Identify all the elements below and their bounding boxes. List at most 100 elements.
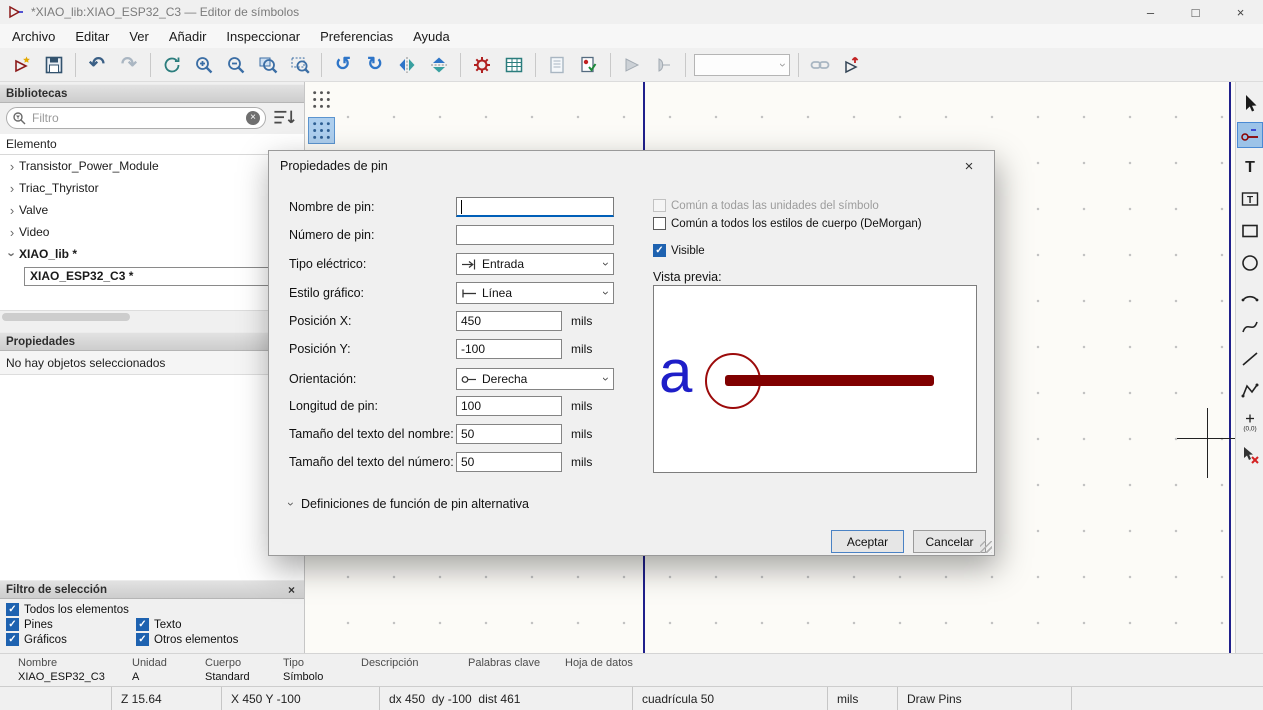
demorgan-alternate-icon[interactable] <box>650 51 678 79</box>
rotate-ccw-icon[interactable]: ↺ <box>329 51 357 79</box>
pin-tool-icon[interactable] <box>1236 122 1263 148</box>
visible-checkbox[interactable]: ✓ Visible <box>653 244 705 257</box>
chevron-down-icon[interactable]: › <box>5 247 20 261</box>
pin-table-icon[interactable] <box>500 51 528 79</box>
pin-name-input[interactable] <box>456 197 614 217</box>
filter-graphics-checkbox[interactable]: ✓ Gráficos <box>6 633 67 646</box>
line-tool-icon[interactable] <box>1237 346 1263 372</box>
select-tool-icon[interactable] <box>1237 90 1263 116</box>
tree-item-triac-thyristor[interactable]: › Triac_Thyristor <box>0 177 304 199</box>
tree-item-video[interactable]: › Video <box>0 221 304 243</box>
zoom-fit-icon[interactable] <box>254 51 282 79</box>
zoom-out-icon[interactable] <box>222 51 250 79</box>
filter-other-elements-checkbox[interactable]: ✓ Otros elementos <box>136 633 238 646</box>
rotate-cw-icon[interactable]: ↻ <box>361 51 389 79</box>
polygon-tool-icon[interactable] <box>1237 378 1263 404</box>
tree-item-xiao-esp32-c3[interactable]: XIAO_ESP32_C3 * <box>0 265 304 287</box>
dialog-titlebar[interactable]: Propiedades de pin × <box>269 151 994 181</box>
line-style-icon <box>462 289 476 297</box>
tree-item-transistor-power-module[interactable]: › Transistor_Power_Module <box>0 155 304 177</box>
maximize-icon[interactable]: □ <box>1173 0 1218 24</box>
zoom-in-icon[interactable] <box>190 51 218 79</box>
scrollbar-thumb[interactable] <box>2 313 130 321</box>
chevron-right-icon[interactable]: › <box>5 159 19 174</box>
dialog-resize-grip[interactable] <box>980 541 992 553</box>
check-symbol-icon[interactable] <box>575 51 603 79</box>
statusbar: Z 15.64 X 450 Y -100 dx 450 dy -100 dist… <box>0 686 1263 710</box>
clear-filter-icon[interactable]: × <box>246 111 260 125</box>
add-symbol-to-schematic-icon[interactable] <box>838 51 866 79</box>
undo-icon[interactable]: ↶ <box>83 51 111 79</box>
pos-x-input[interactable] <box>456 311 562 331</box>
refresh-view-icon[interactable] <box>158 51 186 79</box>
tree-item-valve[interactable]: › Valve <box>0 199 304 221</box>
tree-column-header[interactable]: Elemento <box>0 134 304 155</box>
demorgan-standard-icon[interactable] <box>618 51 646 79</box>
library-sort-button[interactable] <box>272 106 296 130</box>
text-tool-icon[interactable]: T <box>1237 154 1263 180</box>
pin-properties-dialog: Propiedades de pin × Nombre de pin: Núme… <box>268 150 995 556</box>
menu-ayuda[interactable]: Ayuda <box>403 24 460 48</box>
anchor-tool-icon[interactable]: (0,0) <box>1237 410 1263 436</box>
grid-visibility-icon[interactable] <box>308 86 335 113</box>
mirror-vertical-icon[interactable] <box>425 51 453 79</box>
checkbox-check-icon: ✓ <box>653 244 666 257</box>
status-units: mils <box>828 687 898 710</box>
menu-ver[interactable]: Ver <box>119 24 159 48</box>
textbox-tool-icon[interactable]: T <box>1237 186 1263 212</box>
graphic-style-select[interactable]: Línea › <box>456 282 614 304</box>
chevron-down-icon: › <box>599 262 613 266</box>
symbol-properties-icon[interactable] <box>468 51 496 79</box>
cursor-crosshair-vertical <box>1207 408 1208 478</box>
toolbar-separator <box>75 52 76 77</box>
delete-tool-icon[interactable] <box>1237 442 1263 468</box>
menu-preferencias[interactable]: Preferencias <box>310 24 403 48</box>
pin-number-input[interactable] <box>456 225 614 245</box>
selection-filter-header: Filtro de selección × <box>0 580 304 599</box>
mirror-horizontal-icon[interactable] <box>393 51 421 79</box>
datasheet-icon[interactable] <box>543 51 571 79</box>
chevron-right-icon[interactable]: › <box>5 203 19 218</box>
name-text-size-input[interactable] <box>456 424 562 444</box>
close-icon[interactable]: × <box>285 583 298 597</box>
chevron-right-icon[interactable]: › <box>5 181 19 196</box>
orientation-select[interactable]: Derecha › <box>456 368 614 390</box>
zoom-selection-icon[interactable] <box>286 51 314 79</box>
dialog-close-icon[interactable]: × <box>955 158 983 175</box>
redo-icon[interactable]: ↷ <box>115 51 143 79</box>
filter-all-items-checkbox[interactable]: ✓ Todos los elementos <box>6 603 129 616</box>
electrical-type-select[interactable]: Entrada › <box>456 253 614 275</box>
tree-horizontal-scrollbar[interactable] <box>0 310 304 322</box>
menu-inspeccionar[interactable]: Inspeccionar <box>216 24 310 48</box>
filter-text-checkbox[interactable]: ✓ Texto <box>136 618 182 631</box>
unit-selector[interactable]: › <box>694 53 790 76</box>
filter-pins-checkbox[interactable]: ✓ Pines <box>6 618 53 631</box>
sync-pins-edit-icon[interactable] <box>806 51 834 79</box>
chevron-right-icon[interactable]: › <box>5 225 19 240</box>
properties-content-area <box>0 375 304 580</box>
bezier-tool-icon[interactable] <box>1237 314 1263 340</box>
minimize-icon[interactable]: – <box>1128 0 1173 24</box>
toolbar-separator <box>460 52 461 77</box>
common-body-styles-checkbox[interactable]: Común a todos los estilos de cuerpo (DeM… <box>653 217 922 230</box>
new-symbol-icon[interactable] <box>8 51 36 79</box>
pos-y-input[interactable] <box>456 339 562 359</box>
menu-anadir[interactable]: Añadir <box>159 24 217 48</box>
circle-tool-icon[interactable] <box>1237 250 1263 276</box>
library-filter-input[interactable] <box>27 111 246 125</box>
grid-style-icon[interactable] <box>308 117 335 144</box>
arc-tool-icon[interactable] <box>1237 282 1263 308</box>
number-text-size-input[interactable] <box>456 452 562 472</box>
library-filter-box[interactable]: × <box>6 107 266 129</box>
alternate-pin-definitions-section[interactable]: › Definiciones de función de pin alterna… <box>284 497 529 511</box>
selected-symbol[interactable]: XIAO_ESP32_C3 * <box>24 266 280 286</box>
tree-item-xiao-lib[interactable]: › XIAO_lib * <box>0 243 304 265</box>
save-icon[interactable] <box>40 51 68 79</box>
menu-editar[interactable]: Editar <box>65 24 119 48</box>
menu-archivo[interactable]: Archivo <box>2 24 65 48</box>
close-icon[interactable]: × <box>1218 0 1263 24</box>
cancel-button[interactable]: Cancelar <box>913 530 986 553</box>
rectangle-tool-icon[interactable] <box>1237 218 1263 244</box>
pin-length-input[interactable] <box>456 396 562 416</box>
accept-button[interactable]: Aceptar <box>831 530 904 553</box>
